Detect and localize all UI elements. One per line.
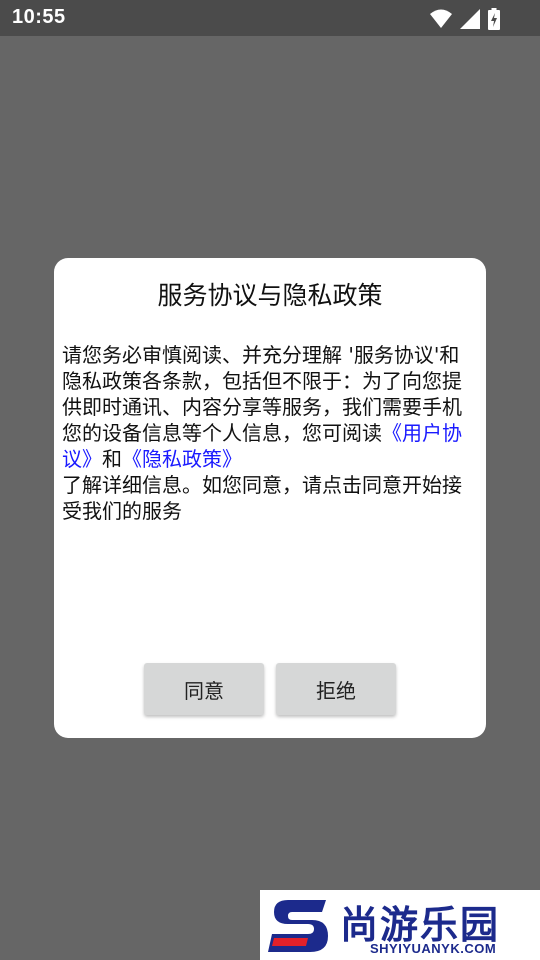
site-watermark: 尚游乐园 SHYIYUANYK.COM — [260, 890, 540, 960]
privacy-dialog: 服务协议与隐私政策 请您务必审慎阅读、并充分理解 '服务协议'和隐私政策各条款，… — [54, 258, 486, 738]
privacy-policy-link[interactable]: 《隐私政策》 — [122, 447, 242, 471]
status-bar: 10:55 — [0, 0, 540, 36]
dialog-body: 请您务必审慎阅读、并充分理解 '服务协议'和隐私政策各条款，包括但不限于：为了向… — [62, 342, 474, 524]
status-time: 10:55 — [12, 6, 66, 28]
battery-charging-icon — [488, 8, 500, 30]
wifi-icon — [430, 9, 452, 29]
brand-name-en: SHYIYUANYK.COM — [370, 941, 497, 956]
body-conjunction: 和 — [102, 447, 122, 471]
dialog-title: 服务协议与隐私政策 — [157, 281, 383, 310]
cell-signal-icon — [460, 9, 480, 29]
body-text-suffix: 了解详细信息。如您同意，请点击同意开始接受我们的服务 — [62, 473, 462, 523]
status-icons — [430, 8, 500, 30]
reject-button[interactable]: 拒绝 — [276, 663, 396, 715]
agree-button[interactable]: 同意 — [144, 663, 264, 715]
brand-logo-icon — [268, 896, 332, 960]
